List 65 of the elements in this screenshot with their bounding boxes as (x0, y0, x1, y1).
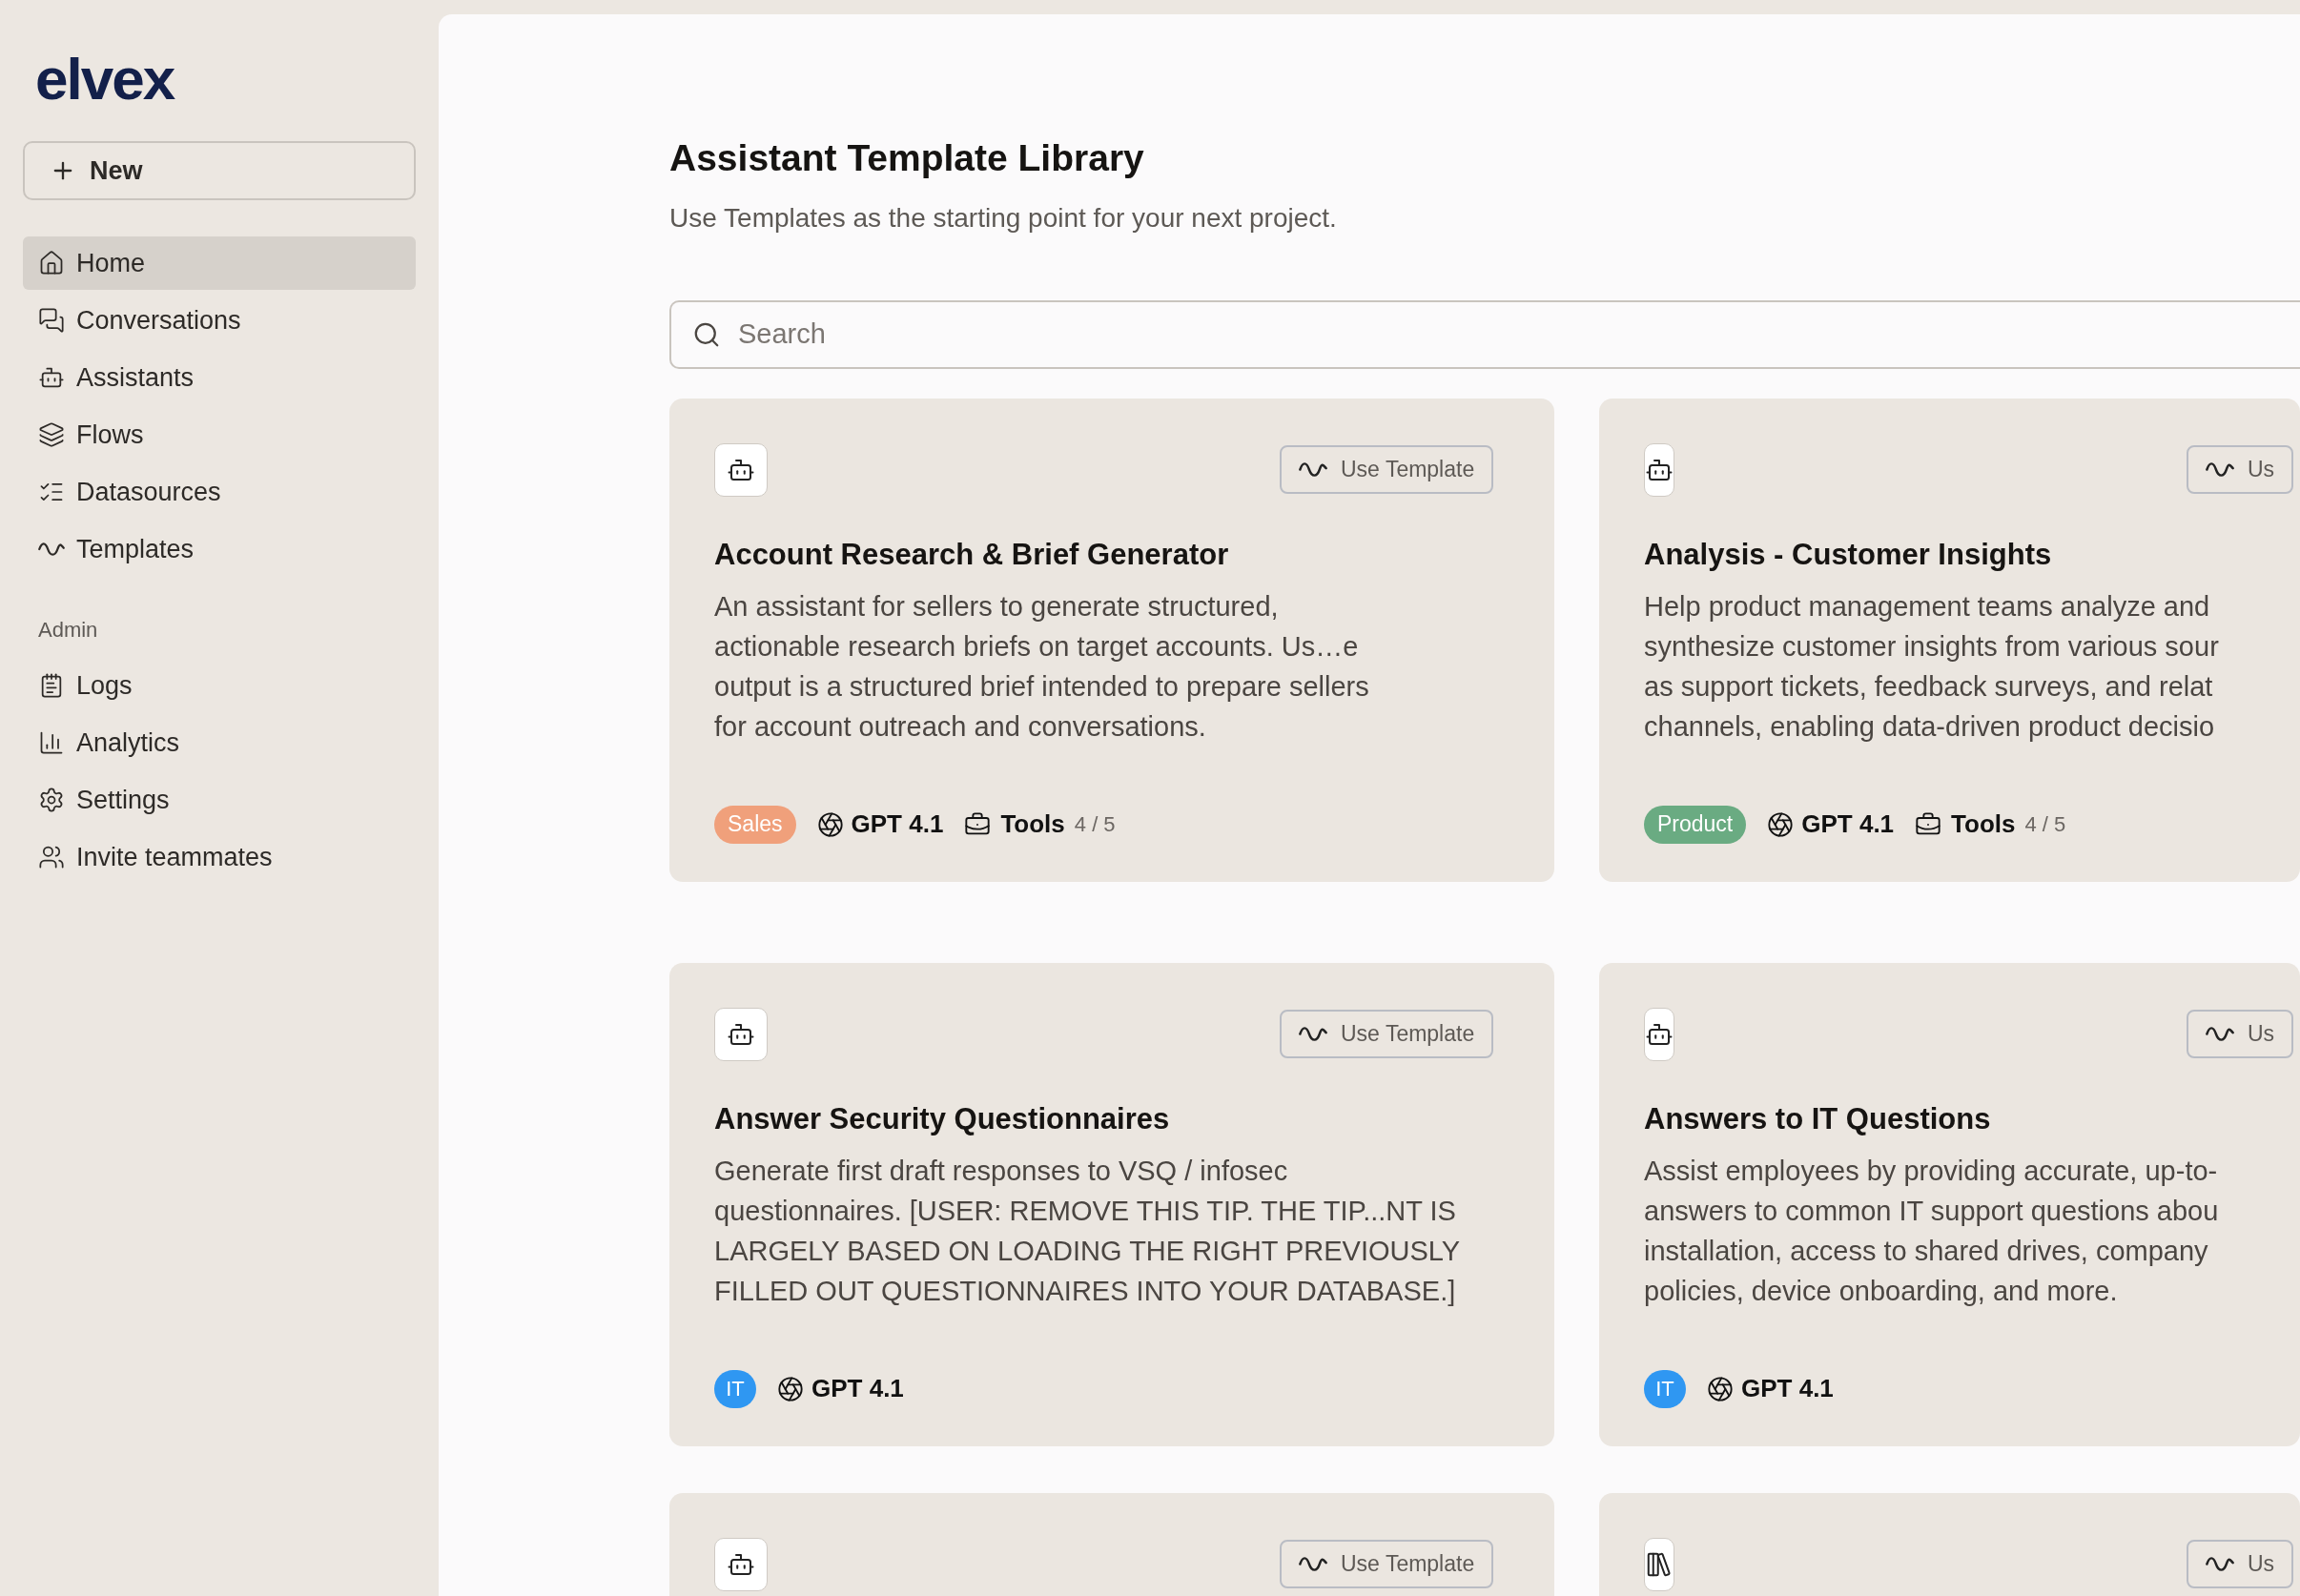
model-name: GPT 4.1 (1801, 808, 1895, 840)
template-card[interactable] (669, 398, 1554, 882)
nav-item[interactable]: Settings (23, 773, 416, 827)
nav-item[interactable]: Invite teammates (23, 830, 416, 884)
tools-label: Tools (1000, 808, 1065, 840)
nav-item[interactable]: Conversations (23, 294, 416, 347)
wave-icon (38, 542, 65, 556)
card-title: Answer Security Questionnaires (714, 1100, 1171, 1137)
use-template-button[interactable]: Use Template (1280, 1540, 1494, 1588)
template-card[interactable] (1599, 398, 2300, 882)
section-heading: Admin (38, 617, 99, 644)
card-description: Generate first draft responses to VSQ / infosec questionnaires. [USER: REMOVE THIS TIP. THE TIP...NT IS LARGELY BASED ON LOADING THE RIGHT PREVIOUSLY FILLED OUT QUESTIONNAIRES INTO YOUR DATABASE.] (714, 1155, 1461, 1308)
new-button[interactable]: New (23, 141, 416, 200)
use-template-button[interactable]: Us (2187, 1010, 2294, 1058)
model-name: GPT 4.1 (811, 1373, 904, 1404)
wave-icon (1299, 1027, 1327, 1041)
use-template-button[interactable]: Us (2187, 1540, 2294, 1588)
tools-count: 4 / 5 (2024, 811, 2066, 838)
stack-icon (38, 421, 65, 448)
chat-bubbles-icon (38, 307, 65, 334)
page-subtitle: Use Templates as the starting point for your next project. (669, 201, 1338, 235)
home-icon (38, 250, 65, 276)
card-description: Assist employees by providing accurate, up-to- answers to common IT support questions abou installation, access to shared drives, company policies, device onboarding, and more. (1644, 1155, 2219, 1308)
model-name: GPT 4.1 (851, 808, 944, 840)
logo: elvex (35, 50, 176, 109)
template-card[interactable]: Use Template (669, 1492, 1554, 1596)
template-card[interactable] (1599, 962, 2300, 1446)
nav-item[interactable]: Assistants (23, 351, 416, 404)
use-template-button[interactable]: Use Template (1280, 445, 1494, 494)
nav-item[interactable]: Datasources (23, 465, 416, 519)
card-title: Account Research & Brief Generator (714, 536, 1230, 573)
nav-item[interactable]: Home (23, 236, 416, 290)
tools-label: Tools (1951, 808, 2016, 840)
search-field[interactable]: Search (669, 299, 2300, 369)
card-description: Help product management teams analyze and synthesize customer insights from various sour as support tickets, feedback surveys, and relat channels, enabling data-driven product decisio (1644, 590, 2219, 744)
wave-icon (2206, 1557, 2234, 1571)
model-logo-icon (1707, 1375, 1734, 1402)
category-tag: IT (1644, 1369, 1686, 1408)
card-description: An assistant for sellers to generate structured, actionable research briefs on target accounts. Us…e output is a structured brief intended to prepare sellers for account outreach and conversations. (714, 590, 1369, 744)
nav-item[interactable]: Analytics (23, 716, 416, 769)
use-template-button[interactable]: Use Template (1280, 1010, 1494, 1058)
nav-item[interactable]: Logs (23, 659, 416, 712)
page-title: Assistant Template Library (669, 136, 1145, 180)
card-title: Analysis - Customer Insights (1644, 536, 2053, 573)
wave-icon (1299, 1557, 1327, 1571)
model-logo-icon (777, 1375, 804, 1402)
nav-item[interactable]: Flows (23, 408, 416, 461)
wave-icon (2206, 462, 2234, 477)
category-tag: IT (714, 1369, 756, 1408)
card-title: Answers to IT Questions (1644, 1100, 1992, 1137)
model-logo-icon (1767, 810, 1795, 838)
model-name: GPT 4.1 (1741, 1373, 1834, 1404)
model-logo-icon (816, 810, 844, 838)
category-tag: Product (1644, 805, 1747, 844)
template-card[interactable]: Us (1599, 1492, 2300, 1596)
category-tag: Sales (714, 805, 796, 844)
wave-icon (1299, 462, 1327, 477)
use-template-button[interactable]: Us (2187, 445, 2294, 494)
template-card[interactable] (669, 962, 1554, 1446)
wave-icon (2206, 1027, 2234, 1041)
bar-chart-icon (38, 729, 65, 756)
nav-item[interactable]: Templates (23, 522, 416, 576)
settings-icon (38, 787, 65, 813)
tools-count: 4 / 5 (1074, 811, 1116, 838)
people-icon (38, 844, 65, 870)
